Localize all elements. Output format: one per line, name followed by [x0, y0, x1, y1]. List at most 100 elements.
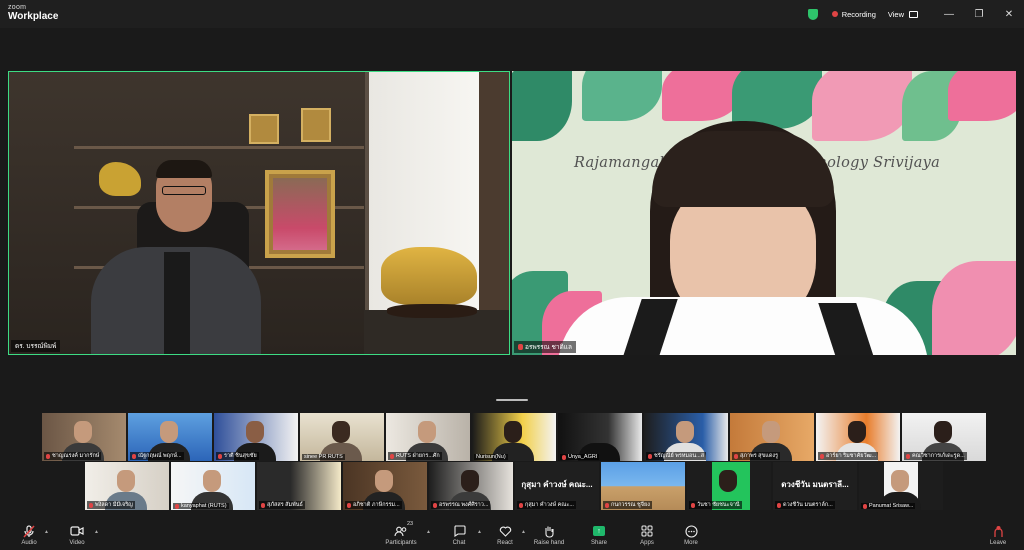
- react-button[interactable]: React: [482, 524, 528, 546]
- leave-icon: [992, 524, 1005, 538]
- recording-label[interactable]: Recording: [842, 10, 876, 19]
- mic-muted-icon: [347, 502, 351, 508]
- thumb-name: kanyaphat (RUTS): [181, 503, 227, 509]
- gallery-page-indicator[interactable]: [496, 399, 528, 401]
- security-shield-icon[interactable]: [807, 8, 818, 20]
- participants-count: 23: [407, 521, 414, 527]
- statue-base: [387, 304, 477, 318]
- tiger-statue-large: [381, 247, 477, 305]
- share-button[interactable]: ↑ Share: [576, 524, 622, 546]
- participant-thumb[interactable]: สุภาพร สุขแดงรู: [730, 413, 814, 461]
- participant-thumb[interactable]: ดวงชีวัน มนตราลี... ดวงชีวัน มนตราล์ก...: [773, 462, 857, 510]
- participant-name-tag: ดร. บรรณ์พิมพ์: [11, 340, 61, 352]
- audio-label: Audio: [21, 540, 37, 546]
- video-tile-active-speaker[interactable]: ดร. บรรณ์พิมพ์: [8, 71, 510, 355]
- thumb-name: ดวงชีวัน มนตราล์ก...: [783, 502, 833, 508]
- participant-thumb[interactable]: Panumat Srisaw...: [859, 462, 943, 510]
- leave-button[interactable]: Leave: [975, 524, 1021, 546]
- view-label: View: [887, 9, 904, 19]
- brand-top: zoom: [8, 4, 27, 11]
- thumb-name: sinee PR RUTS: [304, 454, 343, 460]
- thumb-name: อาร์ยา ริมชาคัยวัฒ...: [826, 453, 877, 459]
- mic-muted-icon: [519, 502, 523, 508]
- thumb-name: สุภัสสร สัมพันธ์: [267, 502, 303, 508]
- audio-options-caret-icon[interactable]: ▲: [44, 529, 49, 535]
- mic-muted-icon: [132, 453, 136, 459]
- participant-thumb[interactable]: Unya_AGRI: [558, 413, 642, 461]
- participant-thumb[interactable]: kanyaphat (RUTS): [171, 462, 255, 510]
- thumb-name: ชรัญณีย์ พรหมอน...ส: [654, 453, 705, 459]
- leave-label: Leave: [989, 540, 1007, 546]
- leaf-decoration: [512, 71, 572, 141]
- video-camera-icon: [70, 524, 84, 538]
- audio-button[interactable]: Audio: [6, 524, 52, 546]
- participant-thumb[interactable]: ราตี ชินสุขชัย: [214, 413, 298, 461]
- title-bar: zoom Workplace Recording View — ❐ ✕: [0, 0, 1024, 28]
- app-brand: zoom Workplace: [8, 4, 58, 22]
- participant-thumb[interactable]: กุสุมา คำวงษ์ คณะ... กุสุมา คำวงษ์ คณะ..…: [515, 462, 599, 510]
- view-button[interactable]: View: [888, 10, 918, 19]
- shelf: [74, 146, 364, 149]
- thumb-name: Unya_AGRI: [568, 454, 598, 460]
- mic-muted-icon: [691, 502, 695, 508]
- share-label: Share: [590, 540, 607, 546]
- participant-thumb[interactable]: RUTS ฝ่ายกร...ศัก: [386, 413, 470, 461]
- leaf-decoration: [582, 71, 662, 121]
- apps-button[interactable]: Apps: [624, 524, 670, 546]
- picture-frame: [301, 108, 331, 142]
- mic-muted-icon: [906, 453, 910, 459]
- participants-button[interactable]: 23 Participants: [378, 521, 424, 546]
- video-options-caret-icon[interactable]: ▲: [94, 529, 99, 535]
- participant-thumb[interactable]: Nurisun(Nu): [472, 413, 556, 461]
- participant-thumb[interactable]: กนกวรรณ ชูจี่ยง: [601, 462, 685, 510]
- leaf-decoration: [662, 71, 742, 121]
- mic-muted-icon: [777, 502, 781, 508]
- thumb-name: ณัฐกฤษณ์ พฤกษ์...: [138, 453, 182, 459]
- video-tile-presenter[interactable]: Rajamangala University of Technology Sri…: [512, 71, 1016, 355]
- video-button[interactable]: Video: [54, 524, 100, 546]
- mic-muted-icon: [261, 502, 265, 508]
- mic-muted-icon: [562, 454, 566, 460]
- leaf-decoration: [812, 71, 912, 141]
- participant-thumb[interactable]: อภิชาติ ภาษีกรรม...: [343, 462, 427, 510]
- chat-icon: [453, 524, 466, 538]
- chat-button[interactable]: Chat: [436, 524, 482, 546]
- share-screen-icon: ↑: [593, 524, 605, 538]
- mic-muted-icon: [89, 502, 93, 508]
- participant-thumb[interactable]: sinee PR RUTS: [300, 413, 384, 461]
- left-name: ดร. บรรณ์พิมพ์: [15, 343, 57, 350]
- mic-muted-icon: [46, 453, 50, 459]
- participant-thumb[interactable]: พงิลดา มีมีเจริญ: [85, 462, 169, 510]
- speaker-glasses: [162, 186, 206, 195]
- mic-muted-icon: [175, 503, 179, 509]
- participant-name-tag: อรพรรณ ชาติแล: [514, 341, 576, 353]
- participant-thumb[interactable]: ชาญณรงค์ มากรักษ์: [42, 413, 126, 461]
- thumb-name: Nurisun(Nu): [476, 454, 506, 460]
- more-icon: [684, 524, 698, 538]
- thumb-name: อรพรรณ พงศ์ศิราว...: [439, 502, 489, 508]
- participant-thumb[interactable]: ชรัญณีย์ พรหมอน...ส: [644, 413, 728, 461]
- speaker-hair: [156, 160, 212, 178]
- participant-thumb[interactable]: สุภัสสร สัมพันธ์: [257, 462, 341, 510]
- thumb-center-name: ดวงชีวัน มนตราลี...: [781, 480, 849, 489]
- raise-hand-label: Raise hand: [533, 540, 565, 546]
- participant-thumb[interactable]: ณัฐกฤษณ์ พฤกษ์...: [128, 413, 212, 461]
- participants-icon: 23: [394, 521, 413, 538]
- participant-thumb[interactable]: อาร์ยา ริมชาคัยวัฒ...: [816, 413, 900, 461]
- participant-thumb[interactable]: วันชา ชัยชนะจานี: [687, 462, 771, 510]
- restore-button[interactable]: ❐: [964, 0, 994, 28]
- right-name: อรพรรณ ชาติแล: [525, 344, 572, 351]
- close-button[interactable]: ✕: [994, 0, 1024, 28]
- minimize-button[interactable]: —: [934, 0, 964, 28]
- raise-hand-button[interactable]: Raise hand: [526, 524, 572, 546]
- participants-options-caret-icon[interactable]: ▲: [426, 529, 431, 535]
- thumb-name: กุสุมา คำวงษ์ คณะ...: [525, 502, 574, 508]
- more-button[interactable]: More: [668, 524, 714, 546]
- mic-muted-icon: [518, 344, 523, 350]
- participant-thumb[interactable]: คณวิชาการเก้เดะรูด...: [902, 413, 986, 461]
- participant-thumb[interactable]: อรพรรณ พงศ์ศิราว...: [429, 462, 513, 510]
- participants-label: Participants: [385, 540, 417, 546]
- thumb-name: สุภาพร สุขแดงรู: [740, 453, 779, 459]
- thumb-name: พงิลดา มีมีเจริญ: [95, 502, 133, 508]
- heart-icon: [499, 524, 512, 538]
